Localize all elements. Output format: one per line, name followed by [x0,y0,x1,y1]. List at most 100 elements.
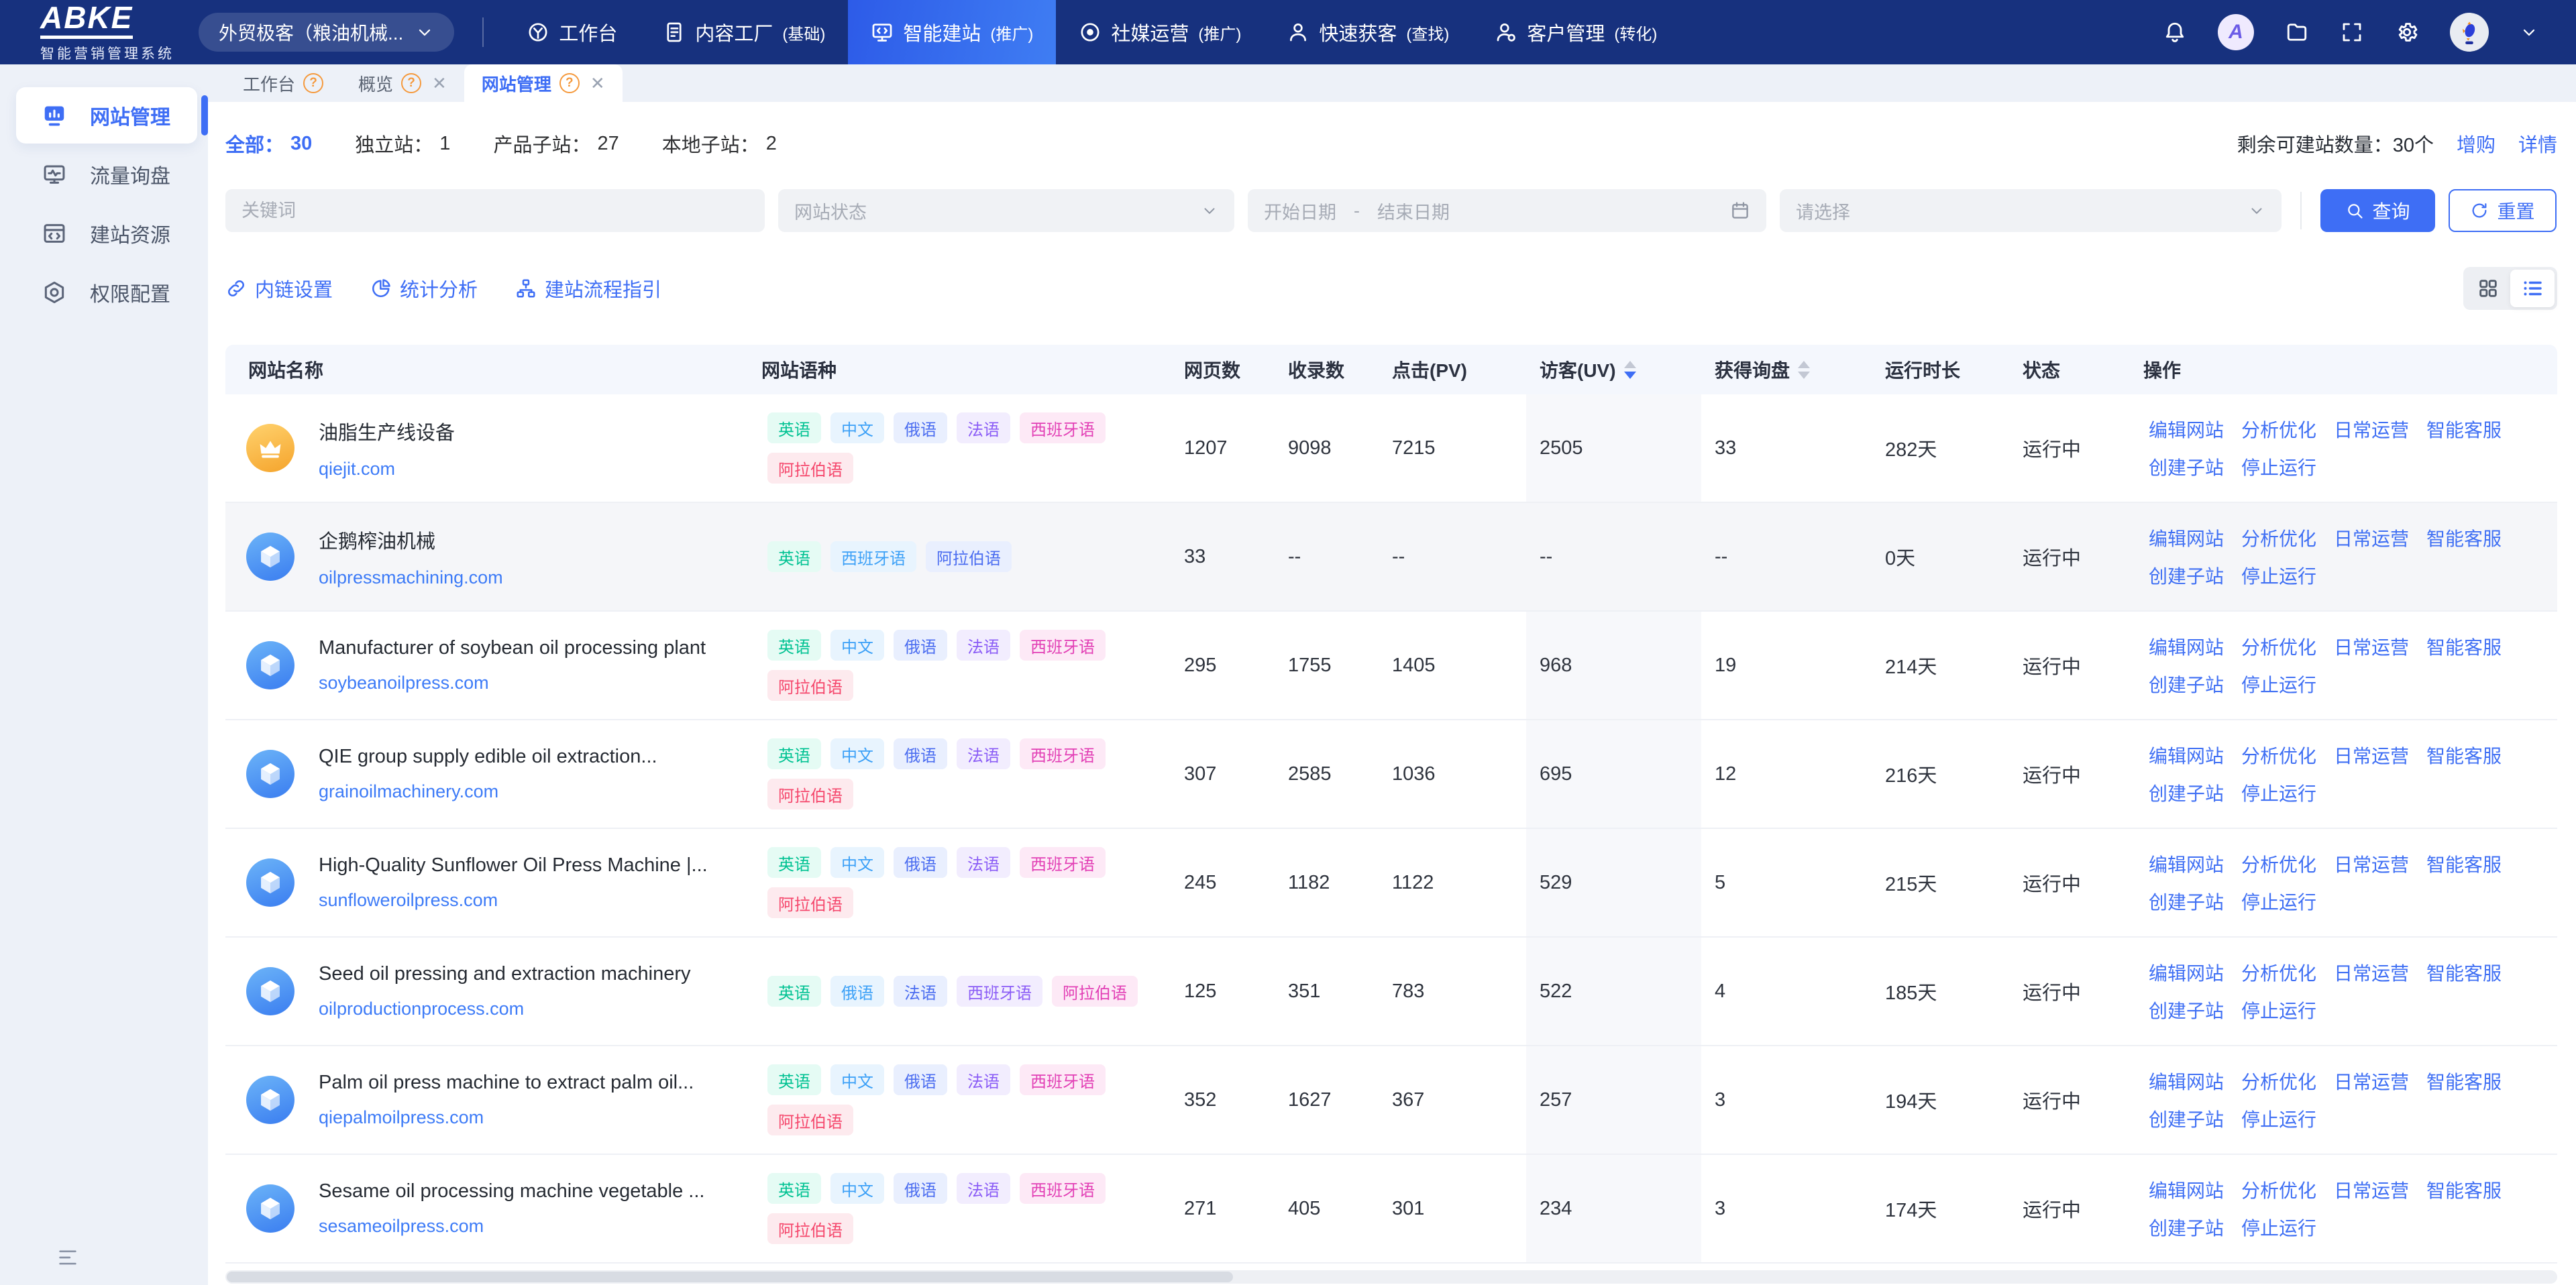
site-count-filter[interactable]: 本地子站：2 [662,129,777,158]
nav-item-workbench[interactable]: 工作台 [504,0,640,64]
help-icon[interactable]: ? [303,73,323,93]
sidebar-item-monitor-wave[interactable]: 流量询盘 [16,146,197,203]
action-link[interactable]: 创建子站 [2149,562,2224,589]
horizontal-scrollbar-thumb[interactable] [227,1272,1233,1282]
action-link[interactable]: 分析优化 [2241,524,2316,551]
toolbar-link-link[interactable]: 内链设置 [225,274,333,302]
nav-item-person2[interactable]: 客户管理(转化) [1472,0,1680,64]
tab-item[interactable]: 工作台? [225,64,341,102]
notifications-bell-icon[interactable] [2163,20,2187,44]
action-link[interactable]: 智能客服 [2426,524,2502,551]
action-link[interactable]: 停止运行 [2241,562,2316,589]
action-link[interactable]: 日常运营 [2334,959,2409,986]
action-link[interactable]: 创建子站 [2149,671,2224,697]
site-domain-link[interactable]: grainoilmachinery.com [319,781,498,802]
action-link[interactable]: 日常运营 [2334,1068,2409,1095]
action-link[interactable]: 停止运行 [2241,888,2316,915]
sort-desc-icon[interactable] [1798,372,1810,379]
keyword-input[interactable] [225,189,765,232]
grid-view-button[interactable] [2466,270,2510,307]
action-link[interactable]: 分析优化 [2241,850,2316,877]
action-link[interactable]: 分析优化 [2241,959,2316,986]
action-link[interactable]: 创建子站 [2149,1105,2224,1132]
column-header[interactable]: 访客(UV) [1526,356,1701,383]
search-button[interactable]: 查询 [2320,189,2435,232]
action-link[interactable]: 编辑网站 [2149,959,2224,986]
sidebar-item-hex-gear[interactable]: 权限配置 [16,264,197,321]
action-link[interactable]: 创建子站 [2149,888,2224,915]
site-domain-link[interactable]: sunfloweroilpress.com [319,890,498,911]
sort-carets[interactable] [1624,361,1636,379]
site-domain-link[interactable]: qiepalmoilpress.com [319,1107,484,1128]
site-domain-link[interactable]: qiejit.com [319,459,395,480]
action-link[interactable]: 智能客服 [2426,850,2502,877]
action-link[interactable]: 分析优化 [2241,1176,2316,1203]
list-view-button[interactable] [2510,270,2555,307]
nav-item-person[interactable]: 快速获客(查找) [1264,0,1472,64]
site-count-filter[interactable]: 全部：30 [225,129,312,158]
close-icon[interactable]: ✕ [590,73,605,94]
toolbar-link-flow[interactable]: 建站流程指引 [515,274,661,302]
action-link[interactable]: 智能客服 [2426,633,2502,660]
close-icon[interactable]: ✕ [432,73,447,94]
sort-asc-icon[interactable] [1624,361,1636,368]
site-domain-link[interactable]: soybeanoilpress.com [319,673,489,693]
action-link[interactable]: 创建子站 [2149,453,2224,480]
action-link[interactable]: 创建子站 [2149,997,2224,1023]
action-link[interactable]: 停止运行 [2241,453,2316,480]
action-link[interactable]: 编辑网站 [2149,742,2224,769]
user-menu-chevron-icon[interactable] [2520,23,2538,42]
sidebar-item-browser-code[interactable]: 建站资源 [16,205,197,262]
action-link[interactable]: 智能客服 [2426,1176,2502,1203]
action-link[interactable]: 停止运行 [2241,779,2316,806]
tab-item[interactable]: 概览?✕ [341,64,464,102]
action-link[interactable]: 停止运行 [2241,997,2316,1023]
sidebar-item-monitor-chart[interactable]: 网站管理 [16,87,197,144]
tab-active[interactable]: 网站管理?✕ [464,64,623,102]
site-domain-link[interactable]: oilproductionprocess.com [319,999,524,1019]
workspace-selector[interactable]: 外贸极客（粮油机械... [199,13,454,52]
action-link[interactable]: 编辑网站 [2149,416,2224,443]
user-avatar[interactable] [2450,13,2489,52]
action-link[interactable]: 编辑网站 [2149,1068,2224,1095]
site-status-select[interactable]: 网站状态 [778,189,1234,232]
action-link[interactable]: 智能客服 [2426,742,2502,769]
action-link[interactable]: 日常运营 [2334,524,2409,551]
action-link[interactable]: 停止运行 [2241,1105,2316,1132]
sort-asc-icon[interactable] [1798,361,1810,368]
nav-item-social[interactable]: 社媒运营(推广) [1056,0,1264,64]
sidebar-collapse-icon[interactable] [56,1246,79,1269]
action-link[interactable]: 编辑网站 [2149,850,2224,877]
action-link[interactable]: 日常运营 [2334,1176,2409,1203]
settings-gear-icon[interactable] [2395,20,2419,44]
help-icon[interactable]: ? [559,73,580,93]
action-link[interactable]: 分析优化 [2241,742,2316,769]
action-link[interactable]: 编辑网站 [2149,633,2224,660]
action-link[interactable]: 智能客服 [2426,416,2502,443]
buy-more-link[interactable]: 增购 [2457,129,2496,158]
quota-detail-link[interactable]: 详情 [2518,129,2557,158]
action-link[interactable]: 智能客服 [2426,1068,2502,1095]
action-link[interactable]: 日常运营 [2334,416,2409,443]
sort-carets[interactable] [1798,361,1810,379]
column-header[interactable]: 获得询盘 [1701,356,1872,383]
action-link[interactable]: 智能客服 [2426,959,2502,986]
ai-assistant-avatar[interactable]: A [2218,14,2254,50]
site-domain-link[interactable]: oilpressmachining.com [319,567,503,588]
action-link[interactable]: 停止运行 [2241,1214,2316,1241]
action-link[interactable]: 分析优化 [2241,1068,2316,1095]
action-link[interactable]: 创建子站 [2149,779,2224,806]
site-domain-link[interactable]: sesameoilpress.com [319,1216,484,1237]
generic-select[interactable]: 请选择 [1780,189,2282,232]
action-link[interactable]: 分析优化 [2241,416,2316,443]
action-link[interactable]: 编辑网站 [2149,1176,2224,1203]
site-count-filter[interactable]: 产品子站：27 [493,129,619,158]
date-range-picker[interactable]: 开始日期 - 结束日期 [1248,189,1766,232]
action-link[interactable]: 停止运行 [2241,671,2316,697]
action-link[interactable]: 日常运营 [2334,633,2409,660]
site-count-filter[interactable]: 独立站：1 [355,129,450,158]
action-link[interactable]: 日常运营 [2334,742,2409,769]
reset-button[interactable]: 重置 [2449,189,2557,232]
help-icon[interactable]: ? [401,73,421,93]
sort-desc-icon[interactable] [1624,372,1636,379]
